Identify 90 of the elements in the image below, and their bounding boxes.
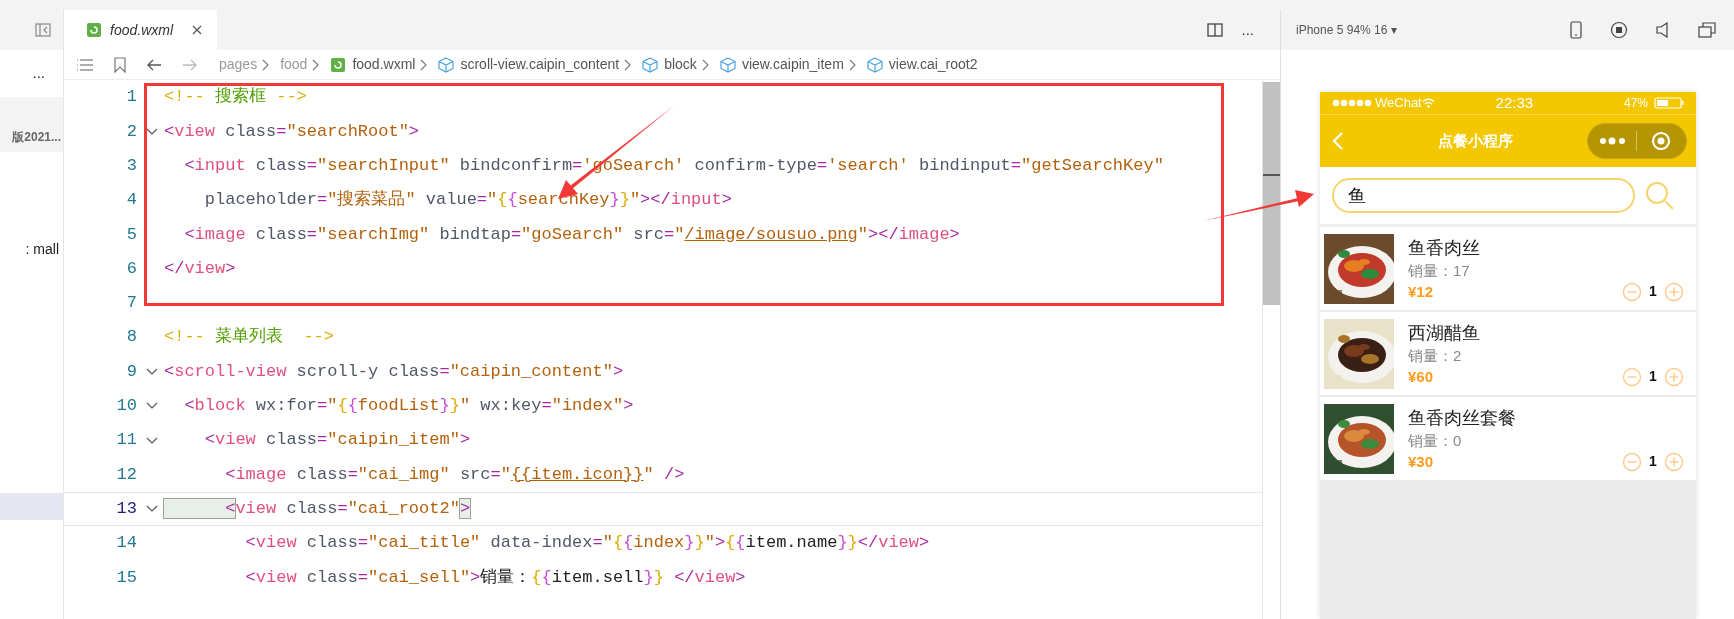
bookmark-icon[interactable] xyxy=(114,56,126,73)
more-actions[interactable]: ... xyxy=(1241,18,1254,42)
line-number: 6 xyxy=(126,258,137,278)
wxml-file-icon xyxy=(330,56,347,73)
chevron-right-icon xyxy=(623,58,633,71)
cube-icon xyxy=(866,56,883,73)
chevron-right-icon xyxy=(419,58,429,71)
carrier-name: WeChat xyxy=(1375,94,1422,113)
breadcrumb-item[interactable]: view.caipin_item xyxy=(741,54,844,75)
code-line: <!-- 菜单列表 --> xyxy=(164,326,335,349)
line-number: 14 xyxy=(116,533,137,553)
line-number: 11 xyxy=(116,430,137,450)
dish-price: ¥12 xyxy=(1408,281,1435,302)
fold-chevron-icon[interactable] xyxy=(146,368,158,375)
line-number: 15 xyxy=(116,567,137,587)
search-field[interactable]: 鱼 xyxy=(1332,178,1635,213)
capsule-button[interactable] xyxy=(1587,123,1687,159)
chevron-right-icon xyxy=(847,58,857,71)
speaker-icon[interactable] xyxy=(1656,22,1670,38)
code-line: <block wx:for="{{foodList}}" wx:key="index"> xyxy=(183,395,634,418)
line-number: 3 xyxy=(126,156,137,175)
code-line: <!-- 搜索框 --> xyxy=(164,86,307,109)
battery-percent: 47% xyxy=(1623,95,1648,112)
sales-count: 销量：2 xyxy=(1408,345,1463,366)
dish-price: ¥30 xyxy=(1408,451,1435,472)
line-number: 4 xyxy=(126,190,137,210)
code-line: <image class="cai_img" src="{{item.icon}}" /> xyxy=(224,463,685,486)
page-title: 点餐小程序 xyxy=(1438,130,1513,151)
line-number: 2 xyxy=(126,121,137,141)
dish-name: 西湖醋鱼 xyxy=(1408,321,1481,345)
code-line: <view class="searchRoot"> xyxy=(164,120,420,143)
dish-price: ¥60 xyxy=(1408,366,1435,387)
signal-dots-icon xyxy=(1332,99,1372,107)
quantity: 1 xyxy=(1648,452,1658,471)
chevron-right-icon xyxy=(261,58,271,71)
line-number: 10 xyxy=(116,396,137,416)
code-line: </view> xyxy=(164,257,236,280)
code-line: <view class="cai_sell">销量：{{item.sell}} </view> xyxy=(244,566,746,589)
line-number: 1 xyxy=(126,87,137,107)
record-icon[interactable] xyxy=(1610,21,1628,39)
line-number: 5 xyxy=(126,224,137,244)
wifi-icon xyxy=(1421,98,1435,108)
more-dots-icon xyxy=(1599,137,1627,145)
wxml-file-icon xyxy=(86,22,102,38)
code-line: <view class="caipin_item"> xyxy=(203,429,471,452)
quantity: 1 xyxy=(1648,367,1658,386)
sales-count: 销量：0 xyxy=(1408,430,1463,451)
cube-icon xyxy=(719,56,736,73)
dish-name: 鱼香肉丝套餐 xyxy=(1408,406,1517,430)
fold-chevron-icon[interactable] xyxy=(146,505,158,513)
line-number: 7 xyxy=(126,293,137,313)
more-options[interactable]: ... xyxy=(32,62,45,85)
close-target-icon xyxy=(1651,131,1671,151)
status-time: 22:33 xyxy=(1495,92,1534,113)
section-header: 版2021... xyxy=(0,97,63,152)
split-editor-icon[interactable] xyxy=(1207,23,1224,37)
breadcrumb-item[interactable]: block xyxy=(664,54,697,75)
collapse-panel-icon[interactable] xyxy=(35,23,51,37)
forward-arrow-icon[interactable] xyxy=(182,58,198,71)
code-line: <scroll-view scroll-y class="caipin_content"> xyxy=(164,360,624,383)
quantity: 1 xyxy=(1648,282,1658,301)
line-number: 13 xyxy=(116,498,137,518)
back-chevron-icon[interactable] xyxy=(1332,131,1344,151)
tab-label: food.wxml xyxy=(110,20,174,40)
device-selector[interactable]: iPhone 5 94% 16 ▾ xyxy=(1296,21,1397,39)
outline-list-icon[interactable] xyxy=(76,57,94,72)
line-number: 8 xyxy=(126,327,137,347)
phone-icon[interactable] xyxy=(1570,21,1582,39)
dish-name: 鱼香肉丝 xyxy=(1408,236,1481,260)
new-window-icon[interactable] xyxy=(1698,22,1716,38)
breadcrumb-item[interactable]: scroll-view.caipin_content xyxy=(460,54,620,75)
code-line: <view class="cai_title" data-index="{{index}}">{{item.name}}</view> xyxy=(244,532,930,555)
line-number: 12 xyxy=(116,464,137,484)
file-tab[interactable]: food.wxml xyxy=(64,10,218,50)
line-number: 9 xyxy=(126,361,137,381)
breadcrumb-item[interactable]: view.cai_root2 xyxy=(888,54,978,75)
scrollbar-thumb[interactable] xyxy=(1263,82,1280,305)
code-line: <image class="searchImg" bindtap="goSearch" src="/image/sousuo.png"></image> xyxy=(183,223,960,246)
fold-chevron-icon[interactable] xyxy=(146,127,158,135)
fold-chevron-icon[interactable] xyxy=(146,436,158,444)
battery-icon xyxy=(1654,97,1684,109)
breadcrumb-item[interactable]: food.wxml xyxy=(352,54,416,75)
cube-icon xyxy=(642,56,659,73)
chevron-right-icon xyxy=(700,58,710,71)
sales-count: 销量：17 xyxy=(1408,260,1471,281)
chevron-right-icon xyxy=(311,58,321,71)
cube-icon xyxy=(438,56,455,73)
fold-chevron-icon[interactable] xyxy=(146,402,158,410)
close-icon[interactable] xyxy=(191,24,204,36)
back-arrow-icon[interactable] xyxy=(146,58,162,71)
